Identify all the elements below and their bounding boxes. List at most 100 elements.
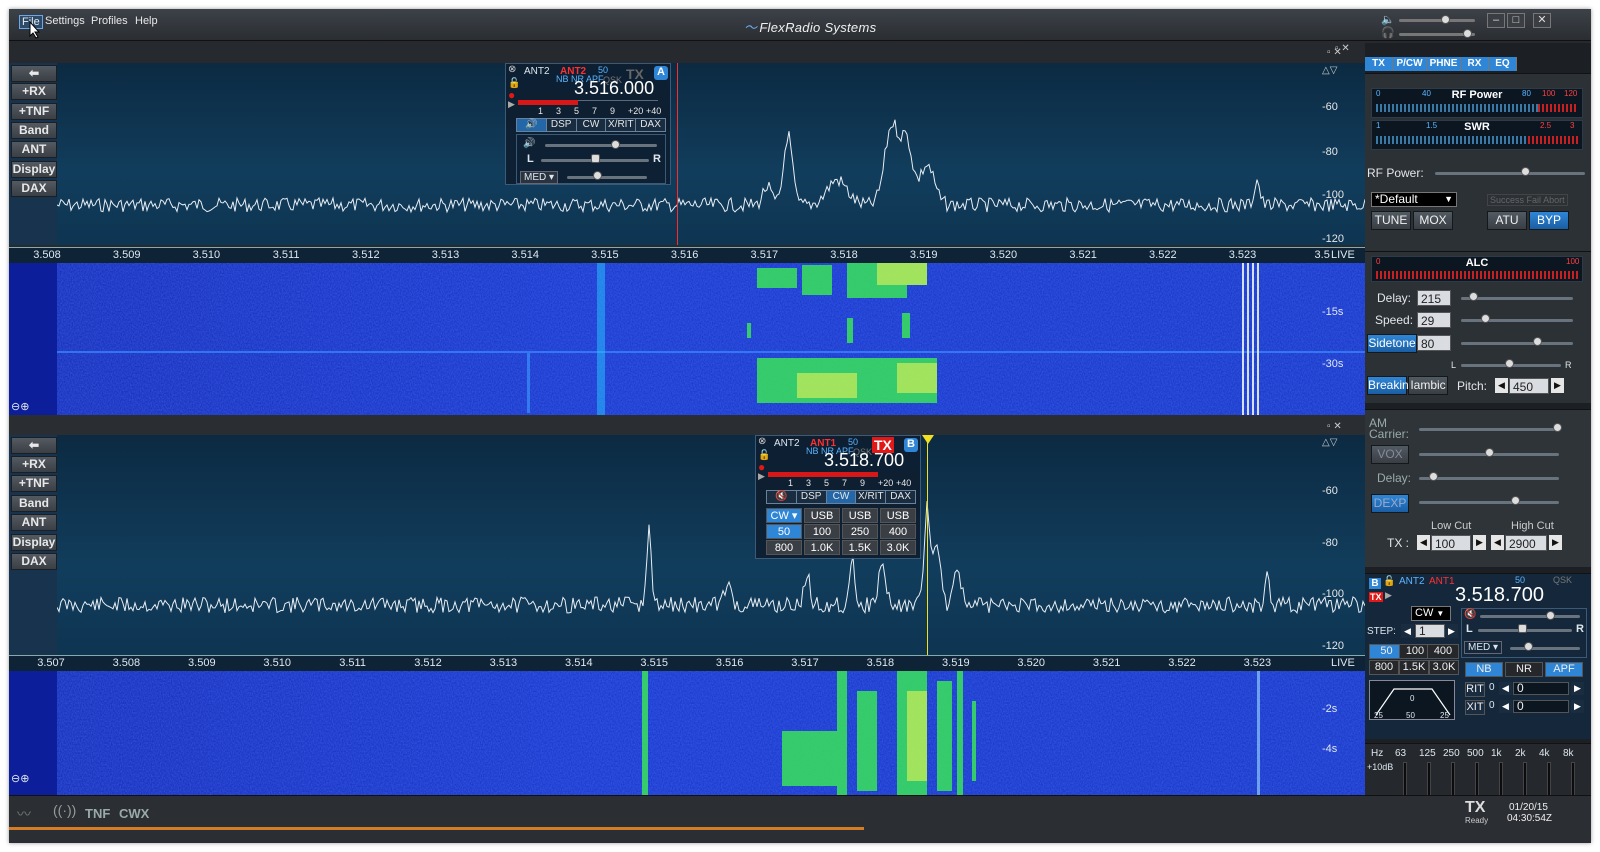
panel-frequency[interactable]: 3.518.700 xyxy=(1455,584,1544,607)
pan-a-band-button[interactable]: Band xyxy=(11,122,57,139)
filter-shape-display[interactable]: 0 25 50 25 xyxy=(1369,680,1455,720)
pan-b-waterfall[interactable] xyxy=(57,671,1365,795)
panel-agc-knob[interactable] xyxy=(1524,642,1533,651)
vox-delay-slider[interactable] xyxy=(1419,477,1559,480)
pan-b-collapse-button[interactable]: ⬅ xyxy=(11,437,57,454)
vox-delay-knob[interactable] xyxy=(1429,472,1438,481)
slice-b-frequency[interactable]: 3.518.700 xyxy=(824,450,904,471)
slice-b-mode-option[interactable]: USB xyxy=(804,508,840,523)
pan-b-slice-marker-triangle-icon[interactable] xyxy=(922,435,934,445)
pan-b-frequency-axis[interactable]: 3.507 3.508 3.509 3.510 3.511 3.512 3.513 3.514… xyxy=(9,655,1365,671)
maximize-button[interactable]: □ xyxy=(1507,13,1525,28)
rit-decrease-button[interactable]: ◀ xyxy=(1499,682,1512,695)
master-volume-knob[interactable] xyxy=(1441,15,1450,24)
panel-lock-icon[interactable]: 🔓 xyxy=(1383,576,1395,587)
iambic-button[interactable]: Iambic xyxy=(1408,376,1448,395)
pitch-input[interactable]: 450 xyxy=(1509,378,1549,394)
panel-agc-select[interactable]: MED ▾ xyxy=(1464,641,1503,654)
slice-a-pan-knob[interactable] xyxy=(591,154,600,163)
tab-pcw[interactable]: P/CW xyxy=(1393,57,1427,71)
slice-b-filter-option[interactable]: 50 xyxy=(766,524,802,539)
slice-a-frequency[interactable]: 3.516.000 xyxy=(574,78,654,99)
mox-button[interactable]: MOX xyxy=(1413,211,1453,230)
pan-b-db-label[interactable]: -60 xyxy=(1322,485,1338,497)
panel-agc-slider[interactable] xyxy=(1510,647,1580,650)
slice-b-filter-option[interactable]: 250 xyxy=(842,524,878,539)
sidetone-button[interactable]: Sidetone xyxy=(1367,334,1417,353)
speed-knob[interactable] xyxy=(1481,314,1490,323)
eq-band-slider[interactable] xyxy=(1475,762,1479,798)
eq-band-slider[interactable] xyxy=(1403,762,1407,798)
panel-tx-button[interactable]: TX xyxy=(1369,592,1383,602)
dexp-slider[interactable] xyxy=(1419,501,1559,504)
eq-band-slider[interactable] xyxy=(1499,762,1503,798)
antenna-icon[interactable]: ((·)) xyxy=(53,802,76,818)
eq-band-slider[interactable] xyxy=(1547,762,1551,798)
high-cut-increase-button[interactable]: ▶ xyxy=(1549,535,1562,550)
low-cut-increase-button[interactable]: ▶ xyxy=(1473,535,1486,550)
slice-b-filter-option[interactable]: 3.0K xyxy=(880,540,916,555)
pan-b-dax-button[interactable]: DAX xyxy=(11,553,57,570)
panel-filter-3-0k[interactable]: 3.0K xyxy=(1429,660,1459,675)
pan-a-display-button[interactable]: Display xyxy=(11,161,57,178)
slice-b-tab-cw[interactable]: CW xyxy=(826,491,857,503)
delay-input[interactable]: 215 xyxy=(1417,290,1451,306)
tab-eq[interactable]: EQ xyxy=(1489,57,1517,71)
eq-band-slider[interactable] xyxy=(1571,762,1575,798)
slice-b-play-icon[interactable]: ▶ xyxy=(758,471,765,482)
slice-a-close-icon[interactable]: ⊗ xyxy=(508,64,516,75)
slice-a-tab-dax[interactable]: DAX xyxy=(636,119,665,131)
byp-button[interactable]: BYP xyxy=(1529,211,1569,230)
tab-phne[interactable]: PHNE xyxy=(1427,57,1461,71)
vox-button[interactable]: VOX xyxy=(1371,445,1409,464)
xit-input[interactable]: 0 xyxy=(1513,700,1569,713)
panel-mode-select[interactable]: CW ▼ xyxy=(1411,606,1451,621)
minimize-button[interactable]: ‒ xyxy=(1487,13,1505,28)
slice-a-tab-dsp[interactable]: DSP xyxy=(547,119,577,131)
tune-button[interactable]: TUNE xyxy=(1371,211,1411,230)
pan-b-float-close-icon[interactable]: ▫ ✕ xyxy=(1327,421,1342,432)
tx-profile-select[interactable]: *Default ▼ xyxy=(1371,192,1457,207)
apf-button[interactable]: APF xyxy=(1545,662,1583,677)
panel-pan-knob[interactable] xyxy=(1518,624,1527,633)
panel-filter-1-5k[interactable]: 1.5K xyxy=(1399,660,1429,675)
tnf-toggle[interactable]: TNF xyxy=(85,806,110,821)
pan-a-ant-button[interactable]: ANT xyxy=(11,141,57,158)
sidetone-slider[interactable] xyxy=(1461,342,1573,345)
am-carrier-slider[interactable] xyxy=(1419,428,1559,431)
atu-button[interactable]: ATU xyxy=(1487,211,1527,230)
pan-b-add-rx-button[interactable]: +RX xyxy=(11,456,57,473)
slice-a-agc-knob[interactable] xyxy=(593,171,602,180)
panel-rx-ant[interactable]: ANT2 xyxy=(1399,576,1425,587)
pan-b-band-button[interactable]: Band xyxy=(11,495,57,512)
pan-a-db-label[interactable]: -60 xyxy=(1322,101,1338,113)
dexp-knob[interactable] xyxy=(1511,496,1520,505)
pitch-decrease-button[interactable]: ◀ xyxy=(1495,378,1508,393)
eq-band-slider[interactable] xyxy=(1523,762,1527,798)
tab-rx[interactable]: RX xyxy=(1461,57,1489,71)
slice-b-filter-option[interactable]: 400 xyxy=(880,524,916,539)
slice-b-rx-ant[interactable]: ANT2 xyxy=(774,438,800,449)
pan-b-db-label[interactable]: -80 xyxy=(1322,537,1338,549)
slice-a-play-icon[interactable]: ▶ xyxy=(508,99,515,110)
eq-band-slider[interactable] xyxy=(1451,762,1455,798)
slice-b-mode-option[interactable]: USB xyxy=(842,508,878,523)
pan-b-db-label[interactable]: -100 xyxy=(1322,588,1344,600)
panel-volume-knob[interactable] xyxy=(1546,611,1555,620)
slice-b-tab-dax[interactable]: DAX xyxy=(886,491,915,503)
breakin-button[interactable]: Breakin xyxy=(1367,376,1409,395)
step-increase-button[interactable]: ▶ xyxy=(1445,624,1458,638)
nb-button[interactable]: NB xyxy=(1465,662,1503,677)
right-panel-float-close-icon[interactable]: ▫ ✕ xyxy=(1335,43,1350,54)
menu-settings[interactable]: Settings xyxy=(45,15,85,27)
sidetone-input[interactable]: 80 xyxy=(1417,335,1451,351)
xit-button[interactable]: XIT xyxy=(1465,700,1485,715)
pan-a-waterfall[interactable] xyxy=(57,263,1365,415)
high-cut-input[interactable]: 2900 xyxy=(1505,535,1547,551)
pan-a-add-rx-button[interactable]: +RX xyxy=(11,83,57,100)
menu-profiles[interactable]: Profiles xyxy=(91,15,128,27)
slice-b-mode-option[interactable]: CW ▾ xyxy=(766,508,802,523)
slice-b-filter-option[interactable]: 100 xyxy=(804,524,840,539)
low-cut-decrease-button[interactable]: ◀ xyxy=(1417,535,1430,550)
cwx-toggle[interactable]: CWX xyxy=(119,806,149,821)
